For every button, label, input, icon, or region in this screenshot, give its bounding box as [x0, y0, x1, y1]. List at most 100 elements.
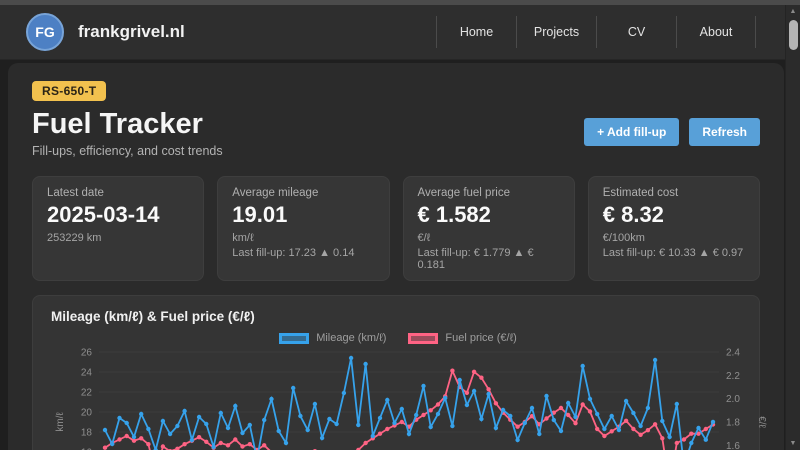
data-point[interactable] — [674, 440, 679, 446]
data-point[interactable] — [645, 405, 651, 411]
chart-canvas[interactable]: 26242220181614122.42.22.01.81.61.41.2km/… — [51, 346, 767, 450]
legend-item-fuel-price[interactable]: Fuel price (€/ℓ) — [408, 332, 517, 344]
data-point[interactable] — [580, 402, 585, 407]
data-point[interactable] — [240, 430, 245, 436]
data-point[interactable] — [428, 408, 433, 413]
data-point[interactable] — [414, 412, 419, 418]
data-point[interactable] — [421, 383, 426, 389]
data-point[interactable] — [124, 433, 129, 439]
data-point[interactable] — [319, 435, 325, 441]
data-point[interactable] — [522, 420, 527, 426]
data-point[interactable] — [305, 427, 310, 433]
data-point[interactable] — [102, 427, 108, 433]
data-point[interactable] — [435, 402, 441, 407]
data-point[interactable] — [276, 428, 281, 434]
data-point[interactable] — [602, 426, 607, 432]
data-point[interactable] — [312, 401, 318, 407]
data-point[interactable] — [558, 428, 564, 434]
nav-item-home[interactable]: Home — [436, 16, 516, 48]
scrollbar-thumb[interactable] — [788, 20, 798, 50]
data-point[interactable] — [580, 363, 585, 369]
data-point[interactable] — [573, 414, 578, 420]
data-point[interactable] — [167, 431, 173, 437]
nav-item-projects[interactable]: Projects — [516, 16, 596, 48]
data-point[interactable] — [457, 377, 462, 383]
data-point[interactable] — [587, 396, 593, 402]
data-point[interactable] — [493, 425, 499, 431]
data-point[interactable] — [175, 423, 180, 429]
data-point[interactable] — [645, 428, 651, 433]
data-point[interactable] — [269, 396, 274, 402]
data-point[interactable] — [537, 431, 542, 437]
data-point[interactable] — [638, 423, 643, 429]
data-point[interactable] — [233, 403, 238, 409]
data-point[interactable] — [218, 440, 223, 446]
data-point[interactable] — [609, 429, 614, 434]
data-point[interactable] — [587, 409, 593, 414]
site-logo[interactable]: FG — [26, 13, 64, 51]
data-point[interactable] — [283, 440, 289, 446]
data-point[interactable] — [674, 401, 679, 407]
data-point[interactable] — [182, 408, 187, 414]
data-point[interactable] — [529, 405, 535, 411]
refresh-button[interactable]: Refresh — [689, 118, 760, 146]
data-point[interactable] — [160, 418, 166, 424]
data-point[interactable] — [392, 420, 397, 426]
data-point[interactable] — [471, 369, 477, 374]
nav-item-cv[interactable]: CV — [596, 16, 676, 48]
scrollbar-down-icon[interactable]: ▼ — [786, 437, 800, 450]
data-point[interactable] — [631, 426, 636, 432]
data-point[interactable] — [500, 407, 506, 413]
data-point[interactable] — [681, 437, 687, 442]
data-point[interactable] — [450, 423, 455, 429]
data-point[interactable] — [139, 411, 144, 417]
data-point[interactable] — [652, 422, 658, 427]
data-point[interactable] — [660, 418, 665, 424]
data-point[interactable] — [298, 413, 303, 419]
data-point[interactable] — [189, 437, 195, 443]
data-point[interactable] — [428, 424, 433, 430]
data-point[interactable] — [551, 417, 556, 423]
data-point[interactable] — [638, 432, 643, 437]
data-point[interactable] — [102, 445, 108, 450]
data-point[interactable] — [479, 416, 484, 422]
data-point[interactable] — [291, 385, 296, 391]
data-point[interactable] — [117, 415, 122, 421]
data-point[interactable] — [493, 401, 499, 406]
data-point[interactable] — [595, 411, 600, 417]
data-point[interactable] — [660, 436, 665, 441]
data-point[interactable] — [124, 420, 129, 426]
data-point[interactable] — [204, 421, 209, 427]
data-point[interactable] — [196, 414, 202, 420]
data-point[interactable] — [602, 433, 607, 439]
data-point[interactable] — [262, 443, 267, 448]
data-point[interactable] — [399, 406, 404, 412]
data-point[interactable] — [363, 361, 368, 367]
data-point[interactable] — [225, 443, 231, 448]
data-point[interactable] — [117, 437, 122, 442]
data-point[interactable] — [515, 424, 520, 429]
data-point[interactable] — [450, 368, 455, 373]
data-point[interactable] — [573, 421, 578, 426]
data-point[interactable] — [240, 444, 245, 449]
data-point[interactable] — [204, 439, 209, 444]
data-point[interactable] — [566, 412, 571, 418]
data-point[interactable] — [464, 402, 470, 408]
data-point[interactable] — [623, 398, 629, 404]
add-fillup-button[interactable]: + Add fill-up — [584, 118, 680, 146]
data-point[interactable] — [544, 416, 549, 421]
data-point[interactable] — [182, 442, 187, 447]
data-point[interactable] — [421, 412, 426, 418]
data-point[interactable] — [131, 434, 137, 440]
data-point[interactable] — [146, 442, 151, 447]
data-point[interactable] — [110, 441, 115, 447]
data-point[interactable] — [703, 437, 708, 442]
data-point[interactable] — [435, 411, 441, 417]
data-point[interactable] — [631, 410, 636, 416]
data-point[interactable] — [696, 425, 701, 431]
data-point[interactable] — [341, 390, 347, 396]
data-point[interactable] — [218, 410, 223, 416]
legend-item-mileage[interactable]: Mileage (km/ℓ) — [279, 332, 386, 344]
data-point[interactable] — [689, 431, 694, 436]
data-point[interactable] — [558, 405, 564, 411]
